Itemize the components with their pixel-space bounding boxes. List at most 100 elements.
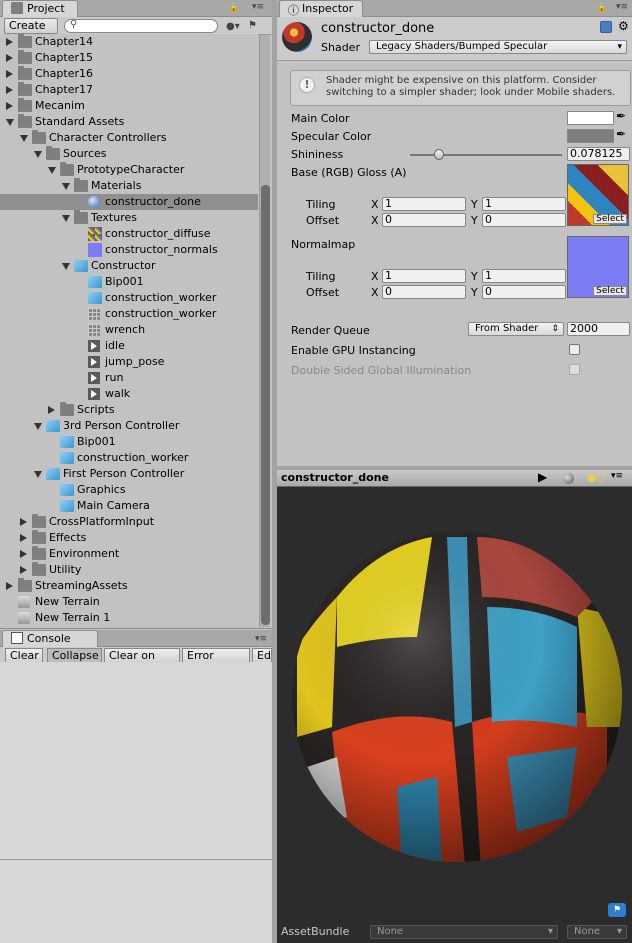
expanded-arrow-icon[interactable] [34,423,42,430]
tree-item[interactable]: PrototypeCharacter [0,162,258,178]
tree-item[interactable]: Bip001 [0,434,258,450]
tab-console[interactable]: Console [2,630,98,647]
console-error-pause-button[interactable]: Error Pause [182,648,250,675]
tree-item[interactable]: constructor_done [0,194,258,210]
collapsed-arrow-icon[interactable] [6,102,13,110]
gpu-instancing-checkbox[interactable] [569,344,580,355]
expanded-arrow-icon[interactable] [20,135,28,142]
help-book-icon[interactable] [600,21,612,33]
tree-item[interactable]: CrossPlatformInput [0,514,258,530]
expanded-arrow-icon[interactable] [62,215,70,222]
tree-item[interactable]: construction_worker [0,306,258,322]
collapsed-arrow-icon[interactable] [20,550,27,558]
collapsed-arrow-icon[interactable] [48,406,55,414]
tree-item[interactable]: Character Controllers [0,130,258,146]
tree-item[interactable]: New Terrain [0,594,258,610]
normalmap-texture-slot[interactable]: Select [567,236,629,298]
eyedropper-icon[interactable]: ✒ [616,109,626,123]
base-texture-slot[interactable]: Select [567,164,629,226]
shininess-field[interactable]: 0.078125 [567,147,630,161]
tree-item[interactable]: wrench [0,322,258,338]
render-queue-field[interactable]: 2000 [567,322,630,336]
console-editor-button[interactable]: Edi [252,648,272,663]
tree-item[interactable]: New Terrain 1 [0,610,258,626]
expanded-arrow-icon[interactable] [62,183,70,190]
tree-item[interactable]: Chapter16 [0,66,258,82]
tree-item[interactable]: idle [0,338,258,354]
normal-tiling-x-field[interactable]: 1 [382,269,466,283]
tree-item[interactable]: walk [0,386,258,402]
render-queue-dropdown[interactable]: From Shader ⇕ [468,322,564,336]
normalmap-select-button[interactable]: Select [593,286,627,296]
material-preview[interactable]: constructor_done ▶ ●○ ▾≡ ⚑ [277,470,632,943]
tree-item[interactable]: Materials [0,178,258,194]
base-select-button[interactable]: Select [593,214,627,224]
collapsed-arrow-icon[interactable] [20,518,27,526]
tree-item[interactable]: Chapter14 [0,34,258,50]
tree-item[interactable]: constructor_diffuse [0,226,258,242]
eyedropper-icon[interactable]: ✒ [616,127,626,141]
tree-item[interactable]: construction_worker [0,290,258,306]
console-clear-button[interactable]: Clear [5,648,43,663]
tree-item[interactable]: Mecanim [0,98,258,114]
light-toggle-icon[interactable]: ●○ [587,473,604,484]
panel-menu-icon[interactable]: ▾≡ [252,2,264,12]
variant-dropdown[interactable]: None ▾ [567,925,627,939]
normal-offset-y-field[interactable]: 0 [482,285,566,299]
collapsed-arrow-icon[interactable] [6,38,13,46]
collapsed-arrow-icon[interactable] [6,70,13,78]
collapsed-arrow-icon[interactable] [6,86,13,94]
base-tiling-y-field[interactable]: 1 [482,197,566,211]
console-clear-on-play-button[interactable]: Clear on Play [104,648,180,675]
base-tiling-x-field[interactable]: 1 [382,197,466,211]
tree-item[interactable]: Main Camera [0,498,258,514]
tree-item[interactable]: First Person Controller [0,466,258,482]
tab-project[interactable]: Project [2,0,78,17]
expanded-arrow-icon[interactable] [48,167,56,174]
normal-tiling-y-field[interactable]: 1 [482,269,566,283]
collapsed-arrow-icon[interactable] [20,566,27,574]
tree-item[interactable]: Constructor [0,258,258,274]
main-color-swatch[interactable] [567,111,614,125]
shininess-slider-thumb[interactable] [433,149,444,160]
tree-item[interactable]: Bip001 [0,274,258,290]
collapsed-arrow-icon[interactable] [20,534,27,542]
play-icon[interactable]: ▶ [538,470,547,484]
lock-icon[interactable]: 🔒 [228,3,239,13]
tree-item[interactable]: Graphics [0,482,258,498]
specular-color-swatch[interactable] [567,129,614,143]
collapsed-arrow-icon[interactable] [6,54,13,62]
shininess-slider-track[interactable] [410,154,562,156]
tree-item[interactable]: Sources [0,146,258,162]
expanded-arrow-icon[interactable] [62,263,70,270]
expanded-arrow-icon[interactable] [34,471,42,478]
tree-item[interactable]: Chapter17 [0,82,258,98]
sphere-shape-icon[interactable] [563,473,574,484]
assetbundle-dropdown[interactable]: None ▾ [370,925,558,939]
tree-item[interactable]: Chapter15 [0,50,258,66]
base-offset-y-field[interactable]: 0 [482,213,566,227]
filter-type-icon[interactable]: ●▾ [226,21,240,32]
search-input[interactable]: ⚲ [64,19,218,33]
console-collapse-button[interactable]: Collapse [47,648,102,663]
preview-menu-icon[interactable]: ▾≡ [611,471,623,481]
tree-item[interactable]: Utility [0,562,258,578]
tree-item[interactable]: Textures [0,210,258,226]
tree-item[interactable]: Standard Assets [0,114,258,130]
shader-dropdown[interactable]: Legacy Shaders/Bumped Specular ▾ [369,40,627,54]
normal-offset-x-field[interactable]: 0 [382,285,466,299]
collapsed-arrow-icon[interactable] [6,582,13,590]
filter-label-icon[interactable]: ⚑ [248,20,257,31]
console-menu-icon[interactable]: ▾≡ [255,634,267,644]
tab-inspector[interactable]: ⓘ Inspector [279,0,363,17]
inspector-lock-icon[interactable]: 🔒 [596,3,607,13]
tree-item[interactable]: run [0,370,258,386]
tree-item[interactable]: construction_worker [0,450,258,466]
expanded-arrow-icon[interactable] [6,119,14,126]
tree-item[interactable]: StreamingAssets [0,578,258,594]
settings-gear-icon[interactable]: ⚙ [618,19,629,33]
tree-item[interactable]: 3rd Person Controller [0,418,258,434]
tree-item[interactable]: Scripts [0,402,258,418]
base-offset-x-field[interactable]: 0 [382,213,466,227]
project-scrollbar[interactable] [259,35,270,627]
